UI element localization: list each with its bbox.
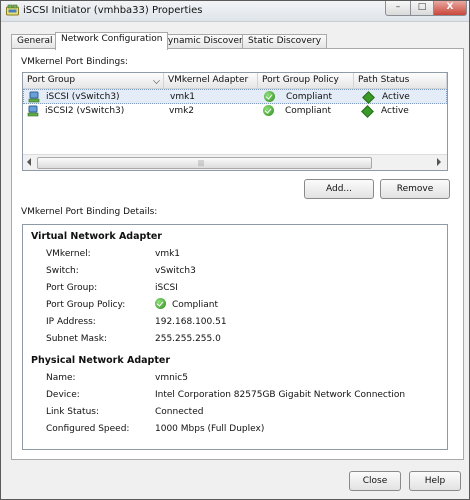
nic-name-label: Name: — [46, 373, 76, 383]
add-button[interactable]: Add... — [304, 179, 374, 199]
horizontal-scrollbar[interactable]: ||| — [23, 154, 447, 170]
tab-static-discovery[interactable]: Static Discovery — [242, 34, 328, 49]
virtual-adapter-heading: Virtual Network Adapter — [31, 231, 162, 242]
help-button[interactable]: Help — [409, 471, 461, 491]
network-adapter-icon — [27, 105, 39, 117]
cell-port-group: iSCSI (vSwitch3) — [46, 92, 120, 102]
switch-label: Switch: — [46, 266, 79, 276]
window-title: iSCSI Initiator (vmhba33) Properties — [23, 5, 203, 16]
column-label-port-group: Port Group — [27, 75, 76, 85]
cell-path-status: Active — [382, 92, 410, 102]
cell-vmkernel-adapter: vmk1 — [170, 92, 196, 102]
physical-adapter-heading: Physical Network Adapter — [31, 355, 171, 366]
cell-vmkernel-adapter: vmk2 — [169, 106, 195, 116]
close-window-button[interactable]: X — [433, 1, 467, 16]
column-header-port-group-policy[interactable]: Port Group Policy — [258, 73, 354, 88]
green-diamond-icon — [361, 105, 374, 118]
network-adapter-icon — [28, 91, 40, 103]
scroll-left-icon[interactable] — [27, 158, 31, 166]
cell-path-status: Active — [381, 106, 409, 116]
cell-policy: Compliant — [285, 106, 332, 116]
ip-address-value: 192.168.100.51 — [155, 317, 227, 327]
switch-value: vSwitch3 — [155, 266, 196, 276]
nic-name-value: vmnic5 — [155, 373, 188, 383]
close-button[interactable]: Close — [349, 471, 401, 491]
configured-speed-value: 1000 Mbps (Full Duplex) — [155, 424, 265, 434]
port-group-policy-value: Compliant — [172, 300, 219, 310]
scroll-thumb[interactable]: ||| — [37, 157, 372, 169]
scroll-grip-icon: ||| — [198, 160, 205, 167]
properties-window: iSCSI Initiator (vmhba33) Properties – □… — [0, 0, 470, 500]
column-header-path-status[interactable]: Path Status — [354, 73, 447, 88]
green-check-icon — [155, 298, 166, 309]
cell-policy: Compliant — [286, 92, 333, 102]
column-header-port-group[interactable]: Port Group — [23, 73, 164, 88]
cell-port-group: iSCSI2 (vSwitch3) — [45, 106, 125, 116]
device-value: Intel Corporation 82575GB Gigabit Networ… — [155, 390, 406, 400]
tab-network-configuration[interactable]: Network Configuration — [55, 32, 169, 50]
sort-arrow-icon — [153, 77, 160, 84]
subnet-mask-label: Subnet Mask: — [46, 334, 107, 344]
tab-dynamic-discovery[interactable]: Dynamic Discovery — [155, 34, 255, 49]
binding-details-caption: VMkernel Port Binding Details: — [21, 207, 158, 217]
remove-button[interactable]: Remove — [380, 179, 450, 199]
configured-speed-label: Configured Speed: — [46, 424, 130, 434]
port-group-label: Port Group: — [46, 283, 98, 293]
table-header: Port Group VMkernel Adapter Port Group P… — [23, 73, 447, 89]
green-check-icon — [263, 105, 274, 116]
ip-address-label: IP Address: — [46, 317, 96, 327]
link-status-value: Connected — [155, 407, 204, 417]
scroll-right-icon[interactable] — [437, 158, 441, 166]
tab-general[interactable]: General — [11, 34, 59, 49]
port-bindings-table: Port Group VMkernel Adapter Port Group P… — [22, 72, 448, 171]
port-group-value: iSCSI — [155, 283, 178, 293]
maximize-button[interactable]: □ — [410, 1, 434, 16]
subnet-mask-value: 255.255.255.0 — [155, 334, 221, 344]
green-diamond-icon — [362, 91, 375, 104]
port-group-policy-label: Port Group Policy: — [46, 300, 126, 310]
column-header-vmkernel-adapter[interactable]: VMkernel Adapter — [164, 73, 258, 88]
device-label: Device: — [46, 390, 80, 400]
binding-details-box: Virtual Network Adapter VMkernel: vmk1 S… — [22, 224, 448, 450]
port-bindings-caption: VMkernel Port Bindings: — [21, 57, 128, 67]
link-status-label: Link Status: — [46, 407, 100, 417]
minimize-button[interactable]: – — [385, 1, 411, 16]
title-bar[interactable]: iSCSI Initiator (vmhba33) Properties – □… — [1, 1, 469, 22]
vmkernel-label: VMkernel: — [46, 249, 91, 259]
vmkernel-value: vmk1 — [155, 249, 181, 259]
table-row[interactable]: iSCSI (vSwitch3) vmk1 Compliant Active — [23, 89, 447, 104]
table-row[interactable]: iSCSI2 (vSwitch3) vmk2 Compliant Active — [23, 104, 447, 119]
green-check-icon — [264, 91, 275, 102]
network-configuration-panel: VMkernel Port Bindings: Port Group VMker… — [11, 48, 464, 460]
iscsi-app-icon — [6, 4, 19, 16]
